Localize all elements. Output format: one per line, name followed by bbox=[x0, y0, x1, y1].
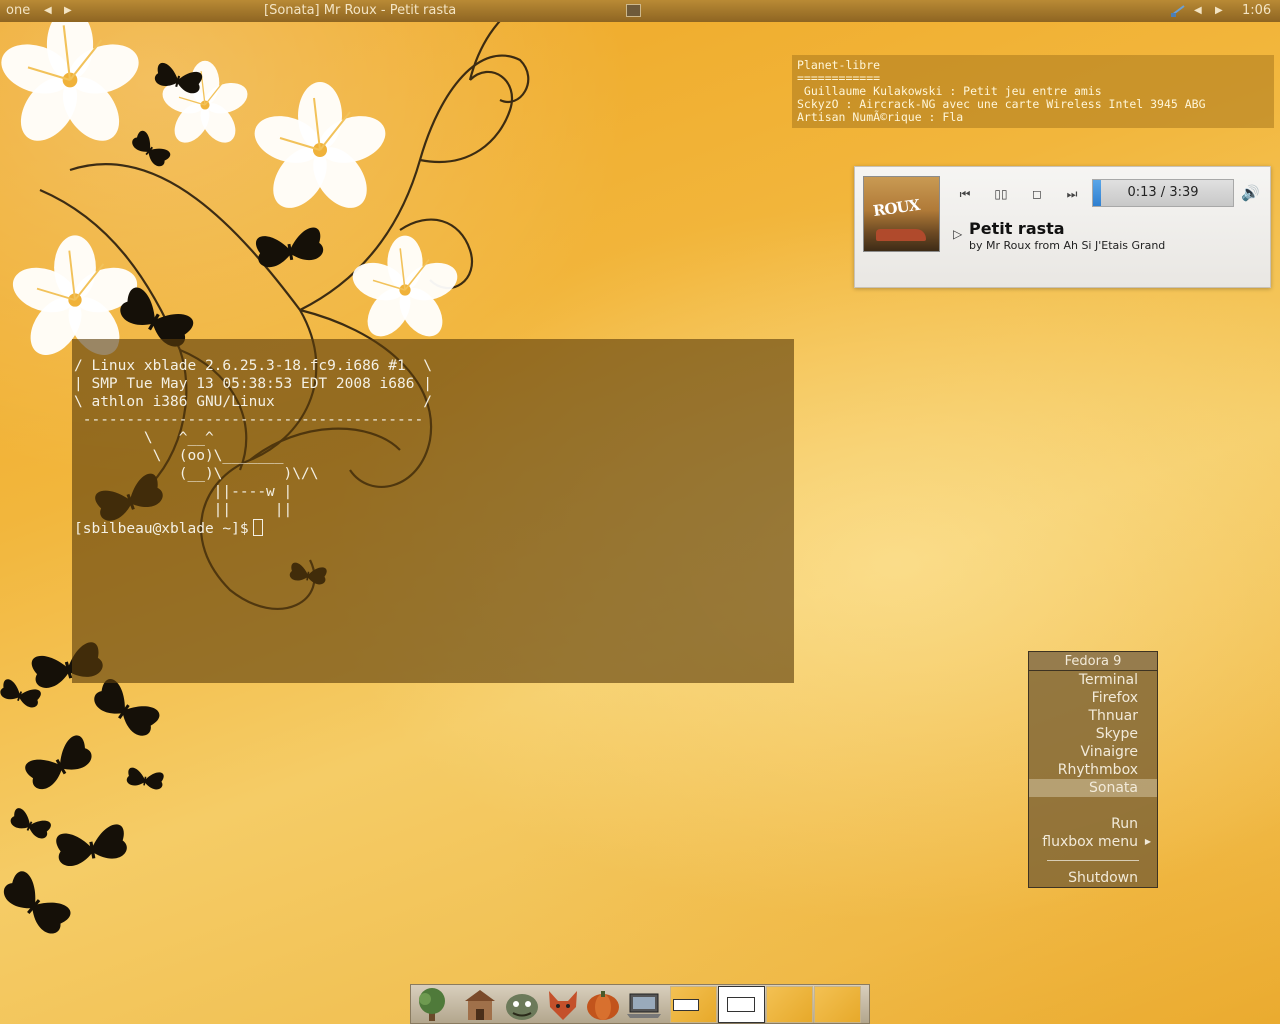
sonata-notification: ROUX ⏮ ▯▯ ◻ ⏭ 0:13 / 3:39 🔊 ▷ Petit rast… bbox=[854, 166, 1271, 288]
menu-item-vinaigre[interactable]: Vinaigre bbox=[1029, 743, 1157, 761]
terminal-line: || || bbox=[74, 502, 293, 518]
conky-line: Artisan NumÃ©rique : Fla bbox=[797, 110, 964, 124]
terminal-line: ||----w | bbox=[74, 484, 293, 500]
album-cover-text: ROUX bbox=[871, 195, 921, 221]
pause-icon[interactable]: ▯▯ bbox=[987, 183, 1015, 205]
terminal-line: --------------------------------------- bbox=[74, 412, 424, 428]
fluxbox-menu: Fedora 9 Terminal Firefox Thnuar Skype V… bbox=[1028, 651, 1158, 888]
menu-item-shutdown[interactable]: Shutdown bbox=[1029, 869, 1157, 887]
menu-item-fluxbox-submenu[interactable]: fluxbox menu ▶ bbox=[1029, 833, 1157, 851]
terminal-line: \ athlon i386 GNU/Linux / bbox=[74, 394, 432, 410]
terminal-line: / Linux xblade 2.6.25.3-18.fc9.i686 #1 \ bbox=[74, 358, 432, 374]
submenu-label: fluxbox menu bbox=[1042, 834, 1138, 850]
previous-icon[interactable]: ⏮ bbox=[951, 183, 979, 205]
pager-window bbox=[727, 997, 755, 1012]
pager-window bbox=[673, 999, 699, 1011]
menu-item-firefox[interactable]: Firefox bbox=[1029, 689, 1157, 707]
song-title: Petit rasta bbox=[969, 219, 1065, 238]
left-arrow-icon[interactable]: ◀ bbox=[1194, 0, 1202, 22]
menu-title: Fedora 9 bbox=[1029, 652, 1157, 671]
right-arrow-icon[interactable]: ▶ bbox=[1215, 0, 1223, 22]
menu-item-sonata[interactable]: Sonata bbox=[1029, 779, 1157, 797]
menu-item-run[interactable]: Run bbox=[1029, 815, 1157, 833]
pumpkin-icon[interactable] bbox=[584, 987, 622, 1023]
right-arrow-icon[interactable]: ▶ bbox=[64, 0, 72, 22]
stop-icon[interactable]: ◻ bbox=[1023, 183, 1051, 205]
monster-icon[interactable] bbox=[503, 987, 541, 1023]
conky-planet-libre: Planet-libre ============ Guillaume Kulak… bbox=[792, 55, 1274, 128]
menu-item-skype[interactable]: Skype bbox=[1029, 725, 1157, 743]
fox-icon[interactable] bbox=[544, 987, 582, 1023]
left-arrow-icon[interactable]: ◀ bbox=[44, 0, 52, 22]
menu-item-terminal[interactable]: Terminal bbox=[1029, 671, 1157, 689]
clock: 1:06 bbox=[1242, 3, 1272, 18]
workspace-name[interactable]: one bbox=[6, 0, 30, 22]
menu-item-rhythmbox[interactable]: Rhythmbox bbox=[1029, 761, 1157, 779]
terminal-line: (__)\ )\/\ bbox=[74, 466, 319, 482]
menu-separator bbox=[1029, 851, 1157, 869]
volume-icon[interactable]: 🔊 bbox=[1241, 184, 1260, 202]
terminal-output: / Linux xblade 2.6.25.3-18.fc9.i686 #1 \… bbox=[74, 357, 432, 538]
song-info: by Mr Roux from Ah Si J'Etais Grand bbox=[969, 239, 1166, 252]
pager-workspace-2[interactable] bbox=[718, 986, 765, 1023]
terminal-icon[interactable] bbox=[626, 4, 641, 17]
pager-workspace-3[interactable] bbox=[766, 986, 813, 1023]
terminal-prompt-line[interactable]: [sbilbeau@xblade ~]$ bbox=[74, 519, 432, 538]
terminal-cursor bbox=[252, 519, 263, 536]
progress-bar[interactable]: 0:13 / 3:39 bbox=[1092, 179, 1234, 207]
dock bbox=[410, 984, 870, 1024]
terminal-line: \ (oo)\_______ bbox=[74, 448, 284, 464]
pager-workspace-1[interactable] bbox=[670, 986, 717, 1023]
menu-item-thnuar[interactable]: Thnuar bbox=[1029, 707, 1157, 725]
tree-icon[interactable] bbox=[413, 987, 451, 1023]
window-title[interactable]: [Sonata] Mr Roux - Petit rasta bbox=[264, 0, 456, 22]
play-arrow-icon: ▷ bbox=[953, 227, 963, 241]
pager-workspace-4[interactable] bbox=[814, 986, 861, 1023]
network-icon[interactable] bbox=[1170, 3, 1186, 18]
submenu-arrow-icon: ▶ bbox=[1144, 837, 1151, 846]
next-icon[interactable]: ⏭ bbox=[1058, 183, 1086, 205]
laptop-icon[interactable] bbox=[625, 987, 663, 1023]
terminal-window[interactable]: / Linux xblade 2.6.25.3-18.fc9.i686 #1 \… bbox=[72, 339, 794, 683]
album-cover-car bbox=[876, 229, 926, 241]
progress-time: 0:13 / 3:39 bbox=[1127, 185, 1199, 200]
terminal-line: \ ^__^ bbox=[74, 430, 214, 446]
toolbar: one ◀ ▶ [Sonata] Mr Roux - Petit rasta ◀… bbox=[0, 0, 1280, 22]
terminal-prompt: [sbilbeau@xblade ~]$ bbox=[74, 521, 249, 537]
album-cover: ROUX bbox=[863, 176, 940, 252]
terminal-line: | SMP Tue May 13 05:38:53 EDT 2008 i686 … bbox=[74, 376, 432, 392]
house-icon[interactable] bbox=[461, 987, 499, 1023]
